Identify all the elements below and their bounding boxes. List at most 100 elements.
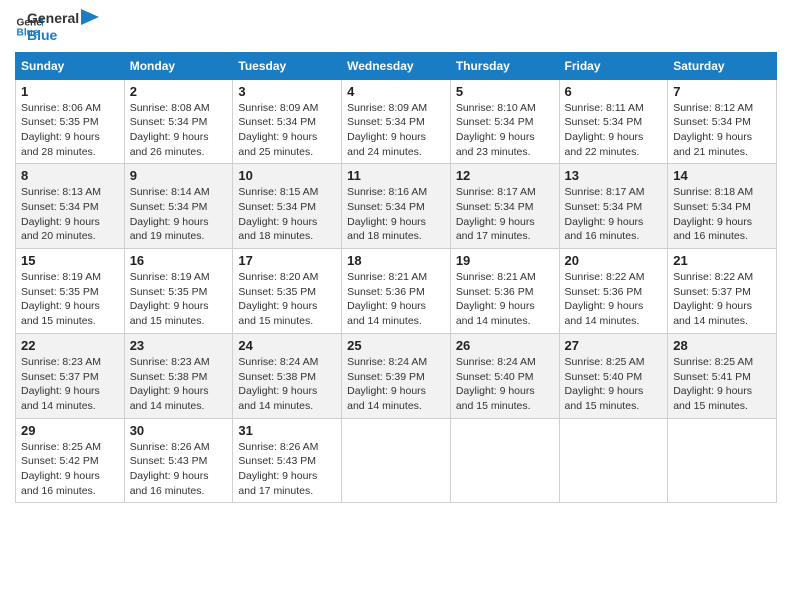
day-number: 14 bbox=[673, 168, 771, 183]
calendar-week-row: 29 Sunrise: 8:25 AMSunset: 5:42 PMDayligh… bbox=[16, 418, 777, 503]
day-number: 9 bbox=[130, 168, 228, 183]
calendar-cell: 4 Sunrise: 8:09 AMSunset: 5:34 PMDaylight… bbox=[342, 79, 451, 164]
header-sunday: Sunday bbox=[16, 52, 125, 79]
day-number: 3 bbox=[238, 84, 336, 99]
day-number: 24 bbox=[238, 338, 336, 353]
calendar-week-row: 22Sunrise: 8:23 AMSunset: 5:37 PMDayligh… bbox=[16, 333, 777, 418]
day-number: 7 bbox=[673, 84, 771, 99]
calendar-cell: 14Sunrise: 8:18 AMSunset: 5:34 PMDayligh… bbox=[668, 164, 777, 249]
calendar-cell: 28 Sunrise: 8:25 AMSunset: 5:41 PMDayligh… bbox=[668, 333, 777, 418]
day-number: 27 bbox=[565, 338, 663, 353]
day-number: 18 bbox=[347, 253, 445, 268]
calendar-cell: 30Sunrise: 8:26 AMSunset: 5:43 PMDayligh… bbox=[124, 418, 233, 503]
day-info: Sunrise: 8:25 AMSunset: 5:40 PMDaylight:… bbox=[565, 355, 663, 414]
calendar-cell: 12 Sunrise: 8:17 AMSunset: 5:34 PMDayligh… bbox=[450, 164, 559, 249]
day-number: 19 bbox=[456, 253, 554, 268]
day-info: Sunrise: 8:20 AMSunset: 5:35 PMDaylight:… bbox=[238, 270, 336, 329]
calendar-cell bbox=[342, 418, 451, 503]
day-number: 16 bbox=[130, 253, 228, 268]
day-number: 23 bbox=[130, 338, 228, 353]
day-number: 1 bbox=[21, 84, 119, 99]
day-info: Sunrise: 8:09 AMSunset: 5:34 PMDaylight:… bbox=[238, 101, 336, 160]
day-info: Sunrise: 8:22 AMSunset: 5:36 PMDaylight:… bbox=[565, 270, 663, 329]
calendar-cell: 8 Sunrise: 8:13 AMSunset: 5:34 PMDaylight… bbox=[16, 164, 125, 249]
logo-blue: Blue bbox=[27, 27, 79, 44]
calendar-cell: 19 Sunrise: 8:21 AMSunset: 5:36 PMDayligh… bbox=[450, 249, 559, 334]
day-info: Sunrise: 8:23 AMSunset: 5:38 PMDaylight:… bbox=[130, 355, 228, 414]
logo: General Blue General Blue bbox=[15, 10, 99, 44]
day-info: Sunrise: 8:17 AMSunset: 5:34 PMDaylight:… bbox=[456, 185, 554, 244]
day-info: Sunrise: 8:13 AMSunset: 5:34 PMDaylight:… bbox=[21, 185, 119, 244]
calendar-cell: 11 Sunrise: 8:16 AMSunset: 5:34 PMDayligh… bbox=[342, 164, 451, 249]
logo-flag-icon bbox=[81, 9, 99, 37]
day-number: 28 bbox=[673, 338, 771, 353]
calendar-week-row: 1 Sunrise: 8:06 AMSunset: 5:35 PMDaylight… bbox=[16, 79, 777, 164]
day-number: 4 bbox=[347, 84, 445, 99]
header: General Blue General Blue bbox=[15, 10, 777, 44]
calendar-cell: 16 Sunrise: 8:19 AMSunset: 5:35 PMDayligh… bbox=[124, 249, 233, 334]
day-info: Sunrise: 8:21 AMSunset: 5:36 PMDaylight:… bbox=[456, 270, 554, 329]
day-number: 17 bbox=[238, 253, 336, 268]
day-info: Sunrise: 8:09 AMSunset: 5:34 PMDaylight:… bbox=[347, 101, 445, 160]
calendar-cell: 26Sunrise: 8:24 AMSunset: 5:40 PMDayligh… bbox=[450, 333, 559, 418]
calendar-cell: 9 Sunrise: 8:14 AMSunset: 5:34 PMDaylight… bbox=[124, 164, 233, 249]
day-info: Sunrise: 8:16 AMSunset: 5:34 PMDaylight:… bbox=[347, 185, 445, 244]
calendar-cell bbox=[668, 418, 777, 503]
day-info: Sunrise: 8:24 AMSunset: 5:38 PMDaylight:… bbox=[238, 355, 336, 414]
calendar-cell: 20 Sunrise: 8:22 AMSunset: 5:36 PMDayligh… bbox=[559, 249, 668, 334]
header-friday: Friday bbox=[559, 52, 668, 79]
calendar-cell: 18 Sunrise: 8:21 AMSunset: 5:36 PMDayligh… bbox=[342, 249, 451, 334]
day-info: Sunrise: 8:24 AMSunset: 5:39 PMDaylight:… bbox=[347, 355, 445, 414]
header-tuesday: Tuesday bbox=[233, 52, 342, 79]
logo-general: General bbox=[27, 10, 79, 27]
header-monday: Monday bbox=[124, 52, 233, 79]
day-info: Sunrise: 8:22 AMSunset: 5:37 PMDaylight:… bbox=[673, 270, 771, 329]
calendar-cell: 24 Sunrise: 8:24 AMSunset: 5:38 PMDayligh… bbox=[233, 333, 342, 418]
day-info: Sunrise: 8:14 AMSunset: 5:34 PMDaylight:… bbox=[130, 185, 228, 244]
calendar-cell: 27 Sunrise: 8:25 AMSunset: 5:40 PMDayligh… bbox=[559, 333, 668, 418]
day-info: Sunrise: 8:25 AMSunset: 5:41 PMDaylight:… bbox=[673, 355, 771, 414]
day-number: 5 bbox=[456, 84, 554, 99]
day-info: Sunrise: 8:26 AMSunset: 5:43 PMDaylight:… bbox=[238, 440, 336, 499]
calendar-cell: 13Sunrise: 8:17 AMSunset: 5:34 PMDayligh… bbox=[559, 164, 668, 249]
day-info: Sunrise: 8:19 AMSunset: 5:35 PMDaylight:… bbox=[21, 270, 119, 329]
day-number: 8 bbox=[21, 168, 119, 183]
calendar-cell: 7 Sunrise: 8:12 AMSunset: 5:34 PMDaylight… bbox=[668, 79, 777, 164]
day-info: Sunrise: 8:26 AMSunset: 5:43 PMDaylight:… bbox=[130, 440, 228, 499]
day-number: 20 bbox=[565, 253, 663, 268]
day-info: Sunrise: 8:21 AMSunset: 5:36 PMDaylight:… bbox=[347, 270, 445, 329]
day-info: Sunrise: 8:15 AMSunset: 5:34 PMDaylight:… bbox=[238, 185, 336, 244]
day-number: 13 bbox=[565, 168, 663, 183]
day-number: 25 bbox=[347, 338, 445, 353]
calendar-cell: 31 Sunrise: 8:26 AMSunset: 5:43 PMDayligh… bbox=[233, 418, 342, 503]
weekday-header-row: Sunday Monday Tuesday Wednesday Thursday… bbox=[16, 52, 777, 79]
calendar-cell: 3 Sunrise: 8:09 AMSunset: 5:34 PMDaylight… bbox=[233, 79, 342, 164]
day-number: 11 bbox=[347, 168, 445, 183]
calendar-cell: 2Sunrise: 8:08 AMSunset: 5:34 PMDaylight… bbox=[124, 79, 233, 164]
calendar-cell: 23 Sunrise: 8:23 AMSunset: 5:38 PMDayligh… bbox=[124, 333, 233, 418]
calendar-cell: 15 Sunrise: 8:19 AMSunset: 5:35 PMDayligh… bbox=[16, 249, 125, 334]
day-number: 31 bbox=[238, 423, 336, 438]
day-number: 6 bbox=[565, 84, 663, 99]
day-number: 10 bbox=[238, 168, 336, 183]
day-number: 22 bbox=[21, 338, 119, 353]
day-info: Sunrise: 8:12 AMSunset: 5:34 PMDaylight:… bbox=[673, 101, 771, 160]
calendar-cell bbox=[450, 418, 559, 503]
day-number: 12 bbox=[456, 168, 554, 183]
day-info: Sunrise: 8:25 AMSunset: 5:42 PMDaylight:… bbox=[21, 440, 119, 499]
calendar-cell: 10 Sunrise: 8:15 AMSunset: 5:34 PMDayligh… bbox=[233, 164, 342, 249]
calendar-cell: 6 Sunrise: 8:11 AMSunset: 5:34 PMDaylight… bbox=[559, 79, 668, 164]
calendar-week-row: 8 Sunrise: 8:13 AMSunset: 5:34 PMDaylight… bbox=[16, 164, 777, 249]
day-number: 21 bbox=[673, 253, 771, 268]
day-info: Sunrise: 8:19 AMSunset: 5:35 PMDaylight:… bbox=[130, 270, 228, 329]
calendar-week-row: 15 Sunrise: 8:19 AMSunset: 5:35 PMDayligh… bbox=[16, 249, 777, 334]
day-number: 26 bbox=[456, 338, 554, 353]
header-thursday: Thursday bbox=[450, 52, 559, 79]
day-info: Sunrise: 8:11 AMSunset: 5:34 PMDaylight:… bbox=[565, 101, 663, 160]
page: General Blue General Blue Sunday Monday … bbox=[0, 0, 792, 612]
day-number: 15 bbox=[21, 253, 119, 268]
day-info: Sunrise: 8:06 AMSunset: 5:35 PMDaylight:… bbox=[21, 101, 119, 160]
calendar-cell: 1 Sunrise: 8:06 AMSunset: 5:35 PMDaylight… bbox=[16, 79, 125, 164]
day-number: 29 bbox=[21, 423, 119, 438]
calendar-cell: 21 Sunrise: 8:22 AMSunset: 5:37 PMDayligh… bbox=[668, 249, 777, 334]
